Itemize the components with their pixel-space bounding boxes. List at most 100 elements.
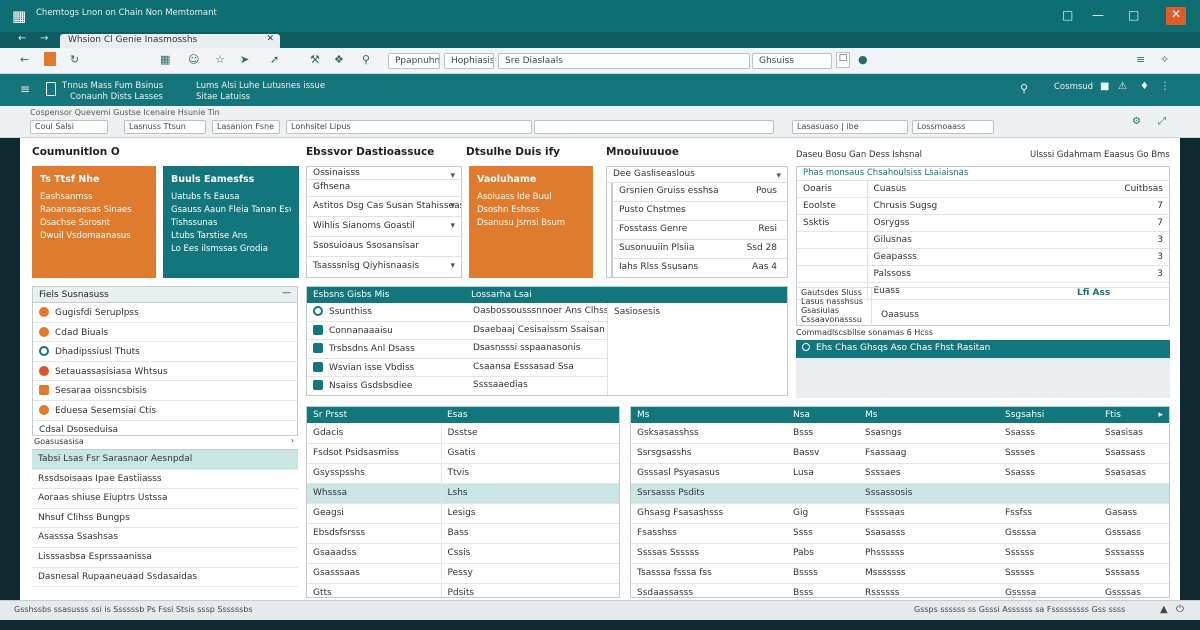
right-panel-banner[interactable]: Ehs Chas Ghsqs Aso Chas Fhst Rasitan: [796, 340, 1170, 358]
notification-icon[interactable]: ▲: [1160, 604, 1168, 615]
command-label[interactable]: Cosmsud: [1054, 82, 1093, 92]
option-row[interactable]: Astitos Dsg Cas Susan Stahisseas: [307, 197, 461, 217]
summary-card-orange[interactable]: Ts Ttsf Nhe Eashsanmss Raoanasaesas Sina…: [32, 166, 156, 278]
extension-icon[interactable]: ✧: [1160, 53, 1169, 66]
user-icon[interactable]: ☺: [188, 53, 199, 66]
table-row[interactable]: Gdacis Dsstse: [307, 423, 619, 444]
list-item[interactable]: Sesaraa oissncsbisis: [33, 381, 297, 401]
filter-field-4[interactable]: Lonhsitel Lipus: [286, 120, 532, 134]
close-icon[interactable]: ✕: [1166, 7, 1186, 25]
nav-field-3[interactable]: Ghsuiss: [752, 53, 832, 69]
mechanics-row[interactable]: Grsnien Gruiss esshsa Pous: [611, 183, 787, 202]
globe-icon[interactable]: ●: [858, 53, 868, 66]
nav-back-icon[interactable]: ←: [18, 33, 26, 44]
table-row[interactable]: Ssssas Ssssss Pabs Phssssss Ssssss Ssssasss: [631, 543, 1169, 564]
menu-icon[interactable]: ≡: [20, 82, 30, 96]
list-item[interactable]: Setauassasisiasa Whtsus: [33, 362, 297, 382]
more-icon[interactable]: ⋮: [1160, 81, 1170, 92]
table-row[interactable]: Geapasss 3: [797, 248, 1169, 266]
address-bar[interactable]: Sre Diaslaals: [498, 53, 750, 69]
right-panel-header-right[interactable]: Ulsssi Gdahmam Eaasus Go Bms: [1030, 150, 1170, 160]
list-item[interactable]: Dasnesal Rupaaneuaad Ssdasaidas: [32, 568, 298, 588]
filter-field-2[interactable]: Lasnuss Ttsun: [124, 120, 206, 134]
table-row[interactable]: Fsasshss Ssss Ssasasss Gssssa Gsssass: [631, 523, 1169, 544]
list-item[interactable]: Nsaiss Gsdsbsdiee Ssssaaedias: [307, 377, 607, 396]
column-header[interactable]: Sr Prsst: [307, 407, 441, 423]
table-row[interactable]: Whsssa Lshs: [307, 483, 619, 504]
list-item[interactable]: Eduesa Sesemsiai Ctis: [33, 401, 297, 421]
nav-forward-icon[interactable]: →: [40, 33, 48, 44]
list-item[interactable]: Ssunthiss Oasbossousssnnoer Ans Clhss: [307, 303, 607, 322]
star-icon[interactable]: ☆: [215, 53, 225, 66]
mechanics-row[interactable]: Fosstass Genre Resi: [611, 221, 787, 240]
back-arrow-icon[interactable]: ←: [20, 53, 29, 66]
mechanics-row[interactable]: Susonuuiin Plsiia Ssd 28: [611, 240, 787, 259]
mechanics-row[interactable]: Dee Gasliseaslous: [607, 167, 787, 183]
tab-close-icon[interactable]: ✕: [266, 34, 274, 44]
list-item[interactable]: Lisssasbsa Esprssaanissa: [32, 548, 298, 568]
table-row[interactable]: Gsasssaas Pessy: [307, 563, 619, 584]
list-item[interactable]: Nhsuf Clihss Bungps: [32, 509, 298, 529]
power-icon[interactable]: ⏻: [1176, 604, 1184, 615]
maximize-icon[interactable]: □: [1128, 8, 1139, 22]
search-small-icon[interactable]: ⚲: [362, 53, 370, 66]
list-item[interactable]: Rssdsoisaas Ipae Eastiiasss: [32, 470, 298, 490]
column-header[interactable]: Ftis ▸: [1099, 407, 1169, 423]
table-row[interactable]: Gsssasl Psyasasus Lusa Ssssaes Ssasss Ssasas…: [631, 463, 1169, 484]
option-row[interactable]: Ossinaisss: [307, 167, 461, 180]
table-row[interactable]: Fsdsot Psidsasmiss Gsatis: [307, 443, 619, 464]
nav-field-2[interactable]: Hophiasiss: [444, 53, 494, 69]
filter-search[interactable]: [534, 120, 774, 134]
nav-button-small[interactable]: □: [836, 52, 850, 68]
refresh-icon[interactable]: ↻: [70, 53, 79, 66]
list-item[interactable]: Wsvian isse Vbdiss Csaansa Esssasad Ssa: [307, 359, 607, 378]
list-item[interactable]: Gugisfdi Seruplpss: [33, 303, 297, 323]
column-header[interactable]: Nsa: [787, 407, 859, 423]
column-header[interactable]: Ssgsahsi: [999, 407, 1099, 423]
column-header[interactable]: Esas: [441, 407, 619, 423]
filter-field-1[interactable]: Coul Salsi: [30, 120, 108, 134]
arrow-icon[interactable]: ➚: [270, 53, 279, 66]
list-item[interactable]: Asasssa Ssashsas: [32, 528, 298, 548]
table-row[interactable]: Ssktis Osrygss 7: [797, 214, 1169, 232]
table-row[interactable]: Ssrsasss Psdits Sssassosis: [631, 483, 1169, 504]
list-item[interactable]: Aoraas shiuse Eiuptrs Ustssa: [32, 489, 298, 509]
table-row[interactable]: Gilusnas 3: [797, 231, 1169, 249]
column-header[interactable]: Ms: [859, 407, 999, 423]
alert-icon[interactable]: ⚠: [1118, 81, 1127, 92]
lock-icon[interactable]: ■: [1100, 81, 1109, 92]
list-item[interactable]: Cdad Biuals: [33, 323, 297, 343]
chevron-right-icon[interactable]: ›: [291, 436, 294, 445]
column-header[interactable]: Ms: [631, 407, 787, 423]
share-icon[interactable]: ➤: [240, 53, 249, 66]
filter-field-3[interactable]: Lasanion Fsne: [212, 120, 280, 134]
list-item[interactable]: Trsbsdns Anl Dsass Dsasnsssi sspaanasonis: [307, 340, 607, 359]
option-row[interactable]: Gfhsena: [307, 180, 461, 197]
option-row[interactable]: Wihlis Sianoms Goastil: [307, 217, 461, 237]
search-icon[interactable]: ⚲: [1020, 82, 1028, 95]
list-item[interactable]: Dhadipssiusl Thuts: [33, 342, 297, 362]
table-row[interactable]: Ssdaassasss Bsss Rssssss Gssssa Gssssas: [631, 583, 1169, 597]
table-row[interactable]: Eoolste Chrusis Sugsg 7: [797, 197, 1169, 215]
nav-field-1[interactable]: Ppapnuhn: [388, 53, 440, 69]
table-row[interactable]: Ssrsgsasshs Bassv Fsassaag Sssses Ssassass: [631, 443, 1169, 464]
pin-icon[interactable]: ❖: [334, 53, 344, 66]
bell-icon[interactable]: ♦: [1140, 81, 1149, 92]
tools-icon[interactable]: ⚒: [310, 53, 320, 66]
table-row[interactable]: Gsaaadss Cssis: [307, 543, 619, 564]
table-row[interactable]: Gtts Pdsits: [307, 583, 619, 597]
option-row[interactable]: Tsasssnisg Qiyhisnaasis: [307, 257, 461, 277]
table-row[interactable]: Geagsi Lesigs: [307, 503, 619, 524]
grid-icon[interactable]: ▦: [160, 53, 170, 66]
list-item[interactable]: Tabsi Lsas Fsr Sarasnaor Aesnpdal: [32, 450, 298, 470]
filter-icon[interactable]: ≡: [1136, 53, 1145, 66]
volume-card[interactable]: Vaoluhame Asoluass lde Buul Dsoshn Eshss…: [469, 166, 593, 278]
filter-field-5[interactable]: Lasasuaso | ibe: [792, 120, 908, 134]
filter-field-6[interactable]: Lossmoaass: [912, 120, 994, 134]
collapse-icon[interactable]: —: [282, 288, 291, 298]
expand-icon[interactable]: ⤢: [1158, 116, 1166, 127]
settings-icon[interactable]: ⚙: [1132, 116, 1141, 127]
mechanics-row[interactable]: Pusto Chstmes: [611, 202, 787, 221]
table-row[interactable]: Tsasssa fsssa fss Bssss Msssssss Ssssss Ssss…: [631, 563, 1169, 584]
table-row[interactable]: Ghsasg Fsasashsss Gig Fssssaas Fssfss Gasass: [631, 503, 1169, 524]
